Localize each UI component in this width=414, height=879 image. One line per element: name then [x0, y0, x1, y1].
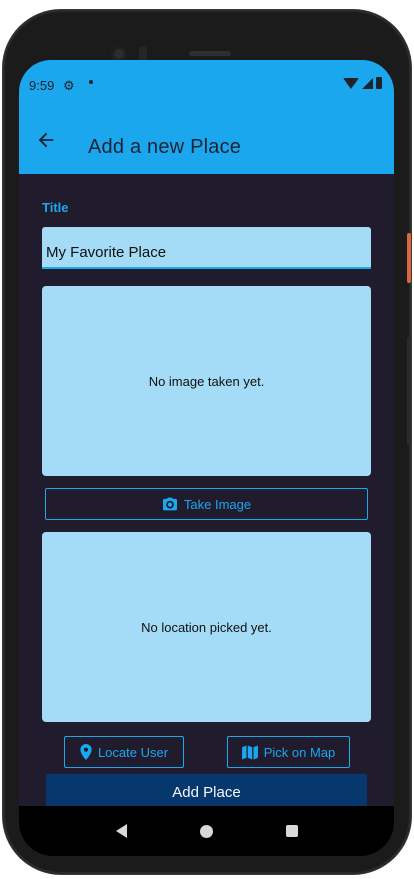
- location-pin-icon: [80, 744, 92, 760]
- notification-dot-icon: [89, 80, 93, 84]
- battery-icon: [376, 77, 382, 89]
- add-place-form: Title No image taken yet. Take Image No …: [19, 174, 394, 810]
- cell-signal-icon: [362, 77, 373, 89]
- pick-on-map-button[interactable]: Pick on Map: [227, 736, 350, 768]
- title-label: Title: [42, 200, 69, 215]
- nav-back-icon[interactable]: [115, 824, 127, 838]
- status-time: 9:59: [29, 78, 55, 93]
- gear-icon: ⚙: [63, 78, 75, 93]
- earpiece-speaker: [189, 51, 231, 56]
- nav-recents-icon[interactable]: [285, 825, 298, 837]
- system-nav-bar: [19, 806, 394, 856]
- nav-home-icon[interactable]: [199, 824, 213, 838]
- page-title: Add a new Place: [88, 136, 242, 158]
- camera-icon: [162, 497, 177, 511]
- location-preview: No location picked yet.: [42, 532, 371, 722]
- image-placeholder-text: No image taken yet.: [148, 373, 265, 389]
- locate-user-button[interactable]: Locate User: [64, 736, 184, 768]
- status-bar: 9:59 ⚙: [19, 60, 394, 108]
- take-image-label: Take Image: [183, 496, 252, 512]
- locate-user-label: Locate User: [97, 744, 169, 760]
- take-image-button[interactable]: Take Image: [45, 488, 368, 520]
- wifi-icon: [343, 77, 359, 89]
- status-icons: [343, 77, 382, 89]
- arrow-back-icon[interactable]: [35, 129, 57, 151]
- location-placeholder-text: No location picked yet.: [141, 619, 272, 635]
- add-place-button[interactable]: Add Place: [46, 774, 367, 810]
- map-icon: [241, 744, 258, 760]
- title-input[interactable]: [42, 227, 371, 269]
- power-button: [407, 337, 411, 445]
- pick-on-map-label: Pick on Map: [263, 744, 336, 760]
- screen: 9:59 ⚙ Add a new Place Title No image ta…: [19, 60, 394, 856]
- image-preview: No image taken yet.: [42, 286, 371, 476]
- volume-button: [407, 233, 411, 283]
- app-bar: Add a new Place: [19, 108, 394, 174]
